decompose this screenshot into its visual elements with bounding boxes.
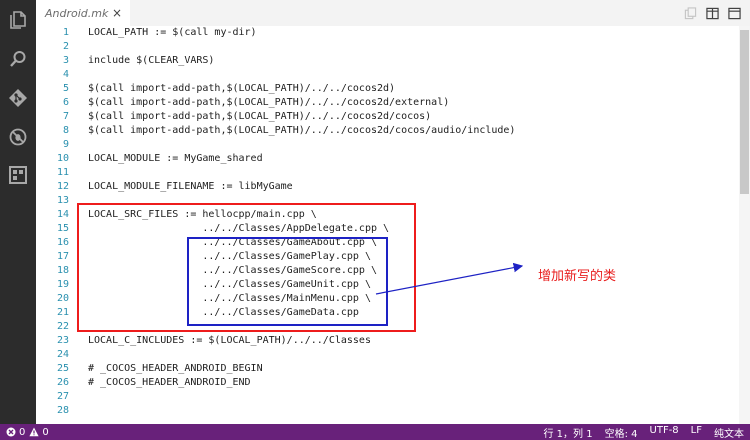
encoding[interactable]: UTF-8 xyxy=(650,425,679,440)
indentation[interactable]: 空格: 4 xyxy=(605,425,638,440)
line-text: $(call import-add-path,$(LOCAL_PATH)/../… xyxy=(88,125,516,136)
line-number: 16 xyxy=(56,237,69,248)
tab-android-mk[interactable]: Android.mk × xyxy=(36,0,130,26)
warnings-count: 0 xyxy=(29,425,49,439)
code-line[interactable]: 28 xyxy=(36,404,739,418)
line-text: # _COCOS_HEADER_ANDROID_END xyxy=(88,377,251,388)
code-line[interactable]: 23 LOCAL_C_INCLUDES := $(LOCAL_PATH)/../.… xyxy=(36,334,739,348)
warnings-count-text: 0 xyxy=(42,426,49,438)
line-number: 22 xyxy=(56,321,69,332)
code-line[interactable]: 5 $(call import-add-path,$(LOCAL_PATH)/..… xyxy=(36,82,739,96)
status-right: 行 1，列 1 空格: 4 UTF-8 LF 纯文本 xyxy=(544,425,745,440)
extensions-icon[interactable] xyxy=(6,163,30,187)
code-line[interactable]: 4 xyxy=(36,68,739,82)
code-line[interactable]: 27 xyxy=(36,390,739,404)
line-number: 27 xyxy=(56,391,69,402)
code-line[interactable]: 25 # _COCOS_HEADER_ANDROID_BEGIN xyxy=(36,362,739,376)
activity-bar xyxy=(0,0,36,424)
cursor-position[interactable]: 行 1，列 1 xyxy=(544,425,593,440)
code-line[interactable]: 11 xyxy=(36,166,739,180)
close-icon[interactable]: × xyxy=(109,5,125,21)
line-text: $(call import-add-path,$(LOCAL_PATH)/../… xyxy=(88,111,432,122)
more-icon[interactable] xyxy=(726,5,742,21)
errors-count: 0 xyxy=(6,425,25,439)
line-number: 5 xyxy=(62,83,69,94)
errors-count-text: 0 xyxy=(19,426,26,438)
line-number: 13 xyxy=(56,195,69,206)
tab-label: Android.mk xyxy=(45,6,109,20)
line-number: 4 xyxy=(62,69,69,80)
code-line[interactable]: 8 $(call import-add-path,$(LOCAL_PATH)/..… xyxy=(36,124,739,138)
line-text: LOCAL_MODULE := MyGame_shared xyxy=(88,153,263,164)
line-number: 10 xyxy=(56,153,69,164)
highlight-box-new-classes xyxy=(187,237,388,326)
line-text: LOCAL_MODULE_FILENAME := libMyGame xyxy=(88,181,293,192)
line-number: 18 xyxy=(56,265,69,276)
line-number: 26 xyxy=(56,377,69,388)
code-line[interactable]: 12 LOCAL_MODULE_FILENAME := libMyGame xyxy=(36,180,739,194)
code-line[interactable]: 2 xyxy=(36,40,739,54)
line-text: include $(CLEAR_VARS) xyxy=(88,55,215,66)
line-text: LOCAL_C_INCLUDES := $(LOCAL_PATH)/../../… xyxy=(88,335,371,346)
status-bar: 0 0 行 1，列 1 空格: 4 UTF-8 LF 纯文本 xyxy=(0,424,750,440)
line-text: $(call import-add-path,$(LOCAL_PATH)/../… xyxy=(88,97,450,108)
line-number: 15 xyxy=(56,223,69,234)
line-number: 7 xyxy=(62,111,69,122)
search-icon[interactable] xyxy=(6,47,30,71)
problems-indicator[interactable]: 0 0 xyxy=(6,425,49,439)
editor-actions xyxy=(682,5,742,21)
scrollbar-thumb[interactable] xyxy=(740,30,749,194)
line-number: 20 xyxy=(56,293,69,304)
line-number: 24 xyxy=(56,349,69,360)
code-line[interactable]: 9 xyxy=(36,138,739,152)
line-number: 9 xyxy=(62,139,69,150)
debug-icon[interactable] xyxy=(6,125,30,149)
line-number: 19 xyxy=(56,279,69,290)
code-line[interactable]: 10 LOCAL_MODULE := MyGame_shared xyxy=(36,152,739,166)
code-line[interactable]: 7 $(call import-add-path,$(LOCAL_PATH)/..… xyxy=(36,110,739,124)
vertical-scrollbar[interactable] xyxy=(739,26,750,424)
line-text: $(call import-add-path,$(LOCAL_PATH)/../… xyxy=(88,83,396,94)
language-mode[interactable]: 纯文本 xyxy=(714,425,744,440)
line-number: 23 xyxy=(56,335,69,346)
open-changes-icon[interactable] xyxy=(682,5,698,21)
editor-tab-bar: Android.mk × xyxy=(36,0,750,26)
line-number: 1 xyxy=(62,27,69,38)
line-number: 6 xyxy=(62,97,69,108)
split-editor-icon[interactable] xyxy=(704,5,720,21)
code-line[interactable]: 24 xyxy=(36,348,739,362)
line-number: 21 xyxy=(56,307,69,318)
warning-icon xyxy=(29,427,39,437)
line-number: 14 xyxy=(56,209,69,220)
line-number: 3 xyxy=(62,55,69,66)
line-number: 8 xyxy=(62,125,69,136)
line-number: 25 xyxy=(56,363,69,374)
error-icon xyxy=(6,427,16,437)
files-icon[interactable] xyxy=(6,8,30,32)
line-number: 11 xyxy=(56,167,69,178)
line-text: # _COCOS_HEADER_ANDROID_BEGIN xyxy=(88,363,263,374)
code-line[interactable]: 6 $(call import-add-path,$(LOCAL_PATH)/..… xyxy=(36,96,739,110)
end-of-line[interactable]: LF xyxy=(691,425,702,440)
code-line[interactable]: 3 include $(CLEAR_VARS) xyxy=(36,54,739,68)
line-number: 28 xyxy=(56,405,69,416)
line-number: 17 xyxy=(56,251,69,262)
line-number: 2 xyxy=(62,41,69,52)
annotation-label: 增加新写的类 xyxy=(538,269,617,284)
code-line[interactable]: 1 LOCAL_PATH := $(call my-dir) xyxy=(36,26,739,40)
line-text: LOCAL_PATH := $(call my-dir) xyxy=(88,27,257,38)
git-icon[interactable] xyxy=(6,86,30,110)
code-line[interactable]: 26 # _COCOS_HEADER_ANDROID_END xyxy=(36,376,739,390)
line-number: 12 xyxy=(56,181,69,192)
